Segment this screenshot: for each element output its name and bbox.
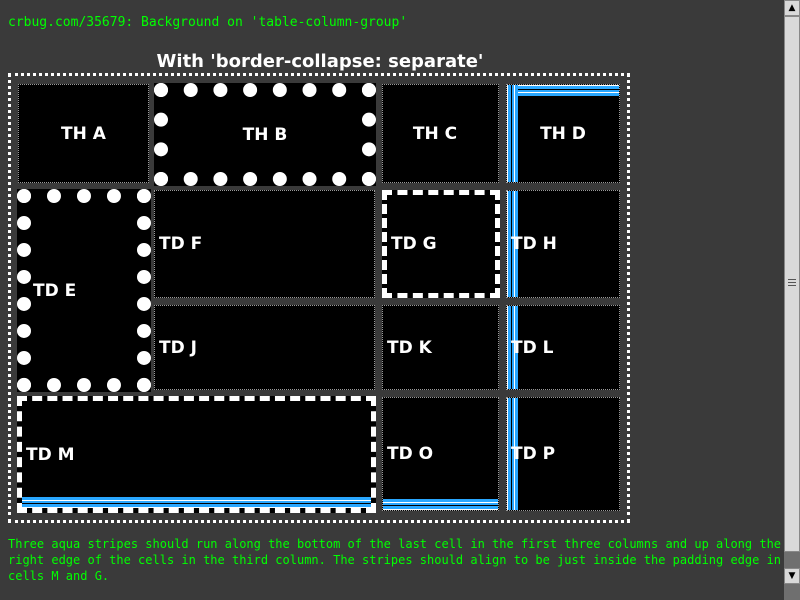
aqua-stripes bbox=[22, 497, 371, 508]
aqua-stripes bbox=[383, 499, 498, 510]
cell-td-f: TD F bbox=[154, 190, 375, 298]
cell-label: TD L bbox=[511, 337, 554, 358]
aqua-stripes bbox=[507, 85, 518, 182]
cell-label: TD J bbox=[159, 337, 197, 358]
grip-icon bbox=[788, 279, 796, 288]
cell-td-o: TD O bbox=[382, 397, 499, 511]
cell-label: TD K bbox=[387, 337, 432, 358]
cell-td-g: TD G bbox=[382, 190, 500, 298]
arrow-up-icon: ▲ bbox=[788, 3, 796, 13]
cell-td-j: TD J bbox=[154, 305, 375, 390]
cell-label: TD F bbox=[159, 234, 203, 254]
cell-td-p: TD P bbox=[506, 397, 620, 511]
cell-label: TD E bbox=[33, 280, 77, 301]
aqua-stripes bbox=[507, 85, 619, 96]
cell-td-e: TD E bbox=[17, 189, 151, 392]
cell-td-k: TD K bbox=[382, 305, 499, 390]
cell-th-b: TH B bbox=[154, 83, 376, 186]
arrow-down-icon: ▼ bbox=[788, 571, 796, 581]
cell-label: TH D bbox=[540, 123, 586, 144]
cell-label: TH A bbox=[61, 123, 106, 144]
cell-label: TH B bbox=[242, 124, 288, 145]
cell-label: TD P bbox=[511, 444, 556, 464]
bug-link[interactable]: crbug.com/35679: Background on 'table-co… bbox=[8, 15, 407, 30]
cell-td-m: TD M bbox=[17, 396, 376, 513]
cell-th-c: TH C bbox=[382, 84, 499, 183]
vertical-scrollbar[interactable]: ▲ ▼ bbox=[784, 0, 800, 600]
cell-label: TD G bbox=[391, 234, 437, 254]
cell-th-d: TH D bbox=[506, 84, 620, 183]
cell-label: TH C bbox=[412, 123, 458, 144]
scroll-up-button[interactable]: ▲ bbox=[784, 0, 800, 16]
cell-label: TD O bbox=[387, 444, 434, 464]
cell-td-h: TD H bbox=[506, 190, 620, 298]
test-description: Three aqua stripes should run along the … bbox=[8, 537, 782, 583]
page-viewport: crbug.com/35679: Background on 'table-co… bbox=[0, 0, 784, 600]
table-caption: With 'border-collapse: separate' bbox=[156, 51, 484, 72]
cell-th-a: TH A bbox=[18, 84, 149, 183]
cell-td-l: TD L bbox=[506, 305, 620, 390]
scroll-down-button[interactable]: ▼ bbox=[784, 568, 800, 584]
cell-label: TD M bbox=[26, 444, 75, 465]
scroll-thumb[interactable] bbox=[784, 16, 800, 552]
cell-label: TD H bbox=[511, 234, 557, 254]
